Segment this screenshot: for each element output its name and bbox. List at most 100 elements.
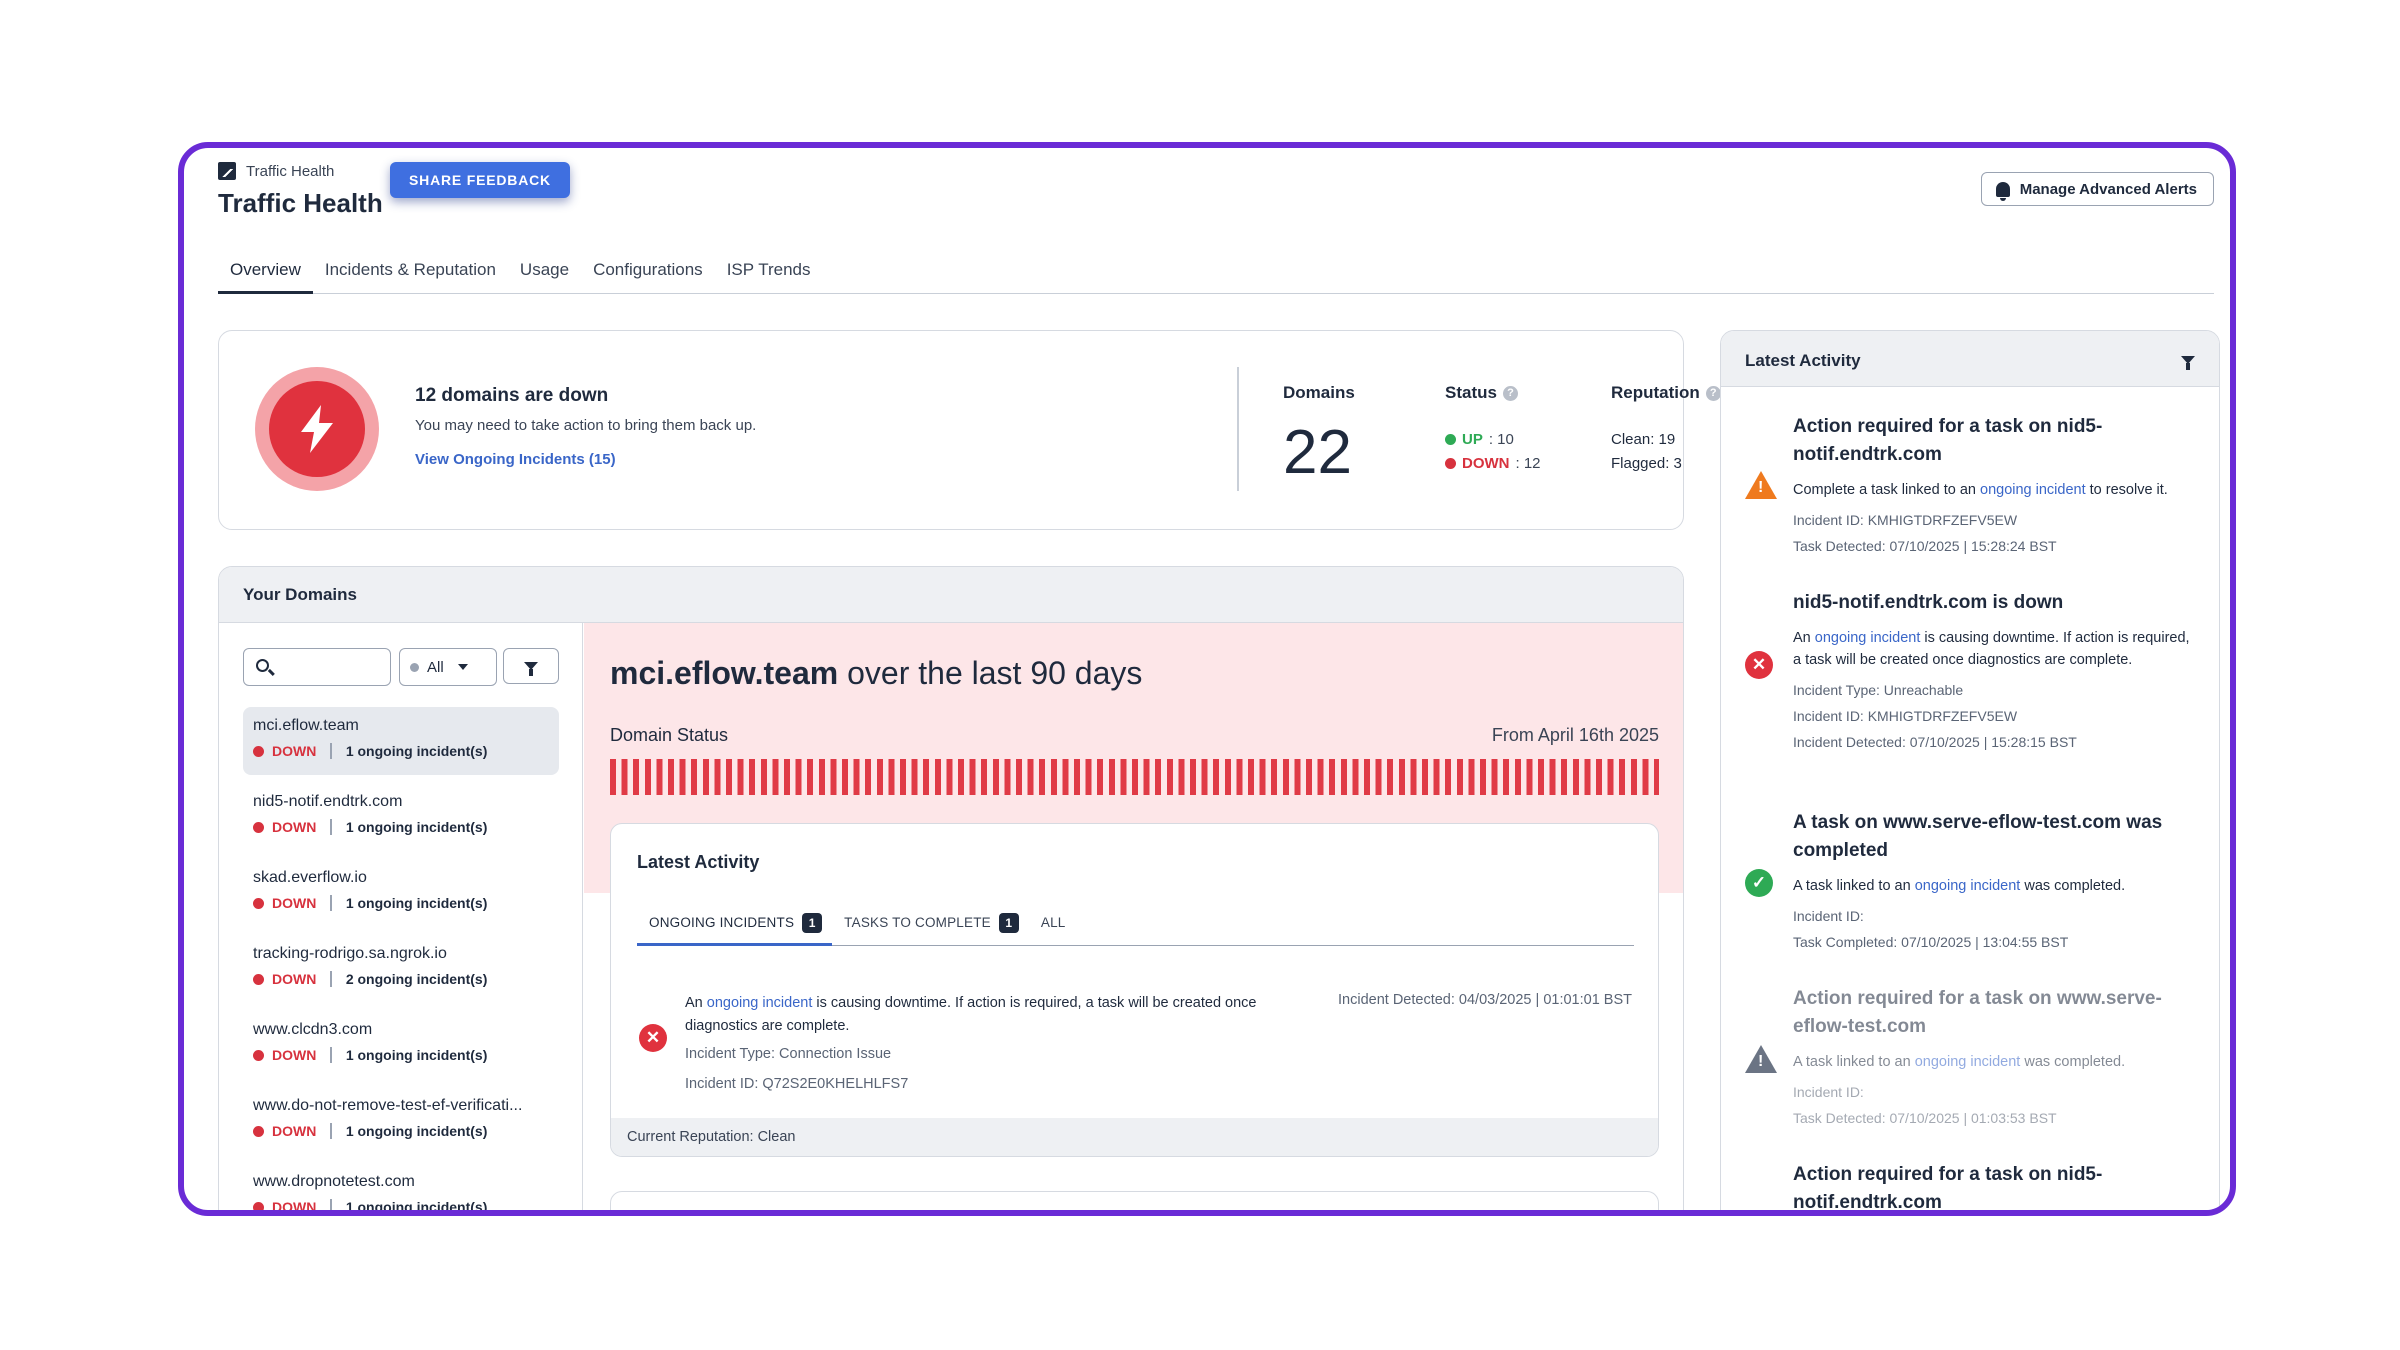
activity-heading: A task on www.serve-eflow-test.com was c…: [1793, 812, 2163, 861]
down-dot: [253, 745, 264, 757]
detail-domain: mci.eflow.team: [610, 655, 839, 691]
tab-isp-trends[interactable]: ISP Trends: [715, 248, 823, 294]
domain-name: nid5-notif.endtrk.com: [253, 793, 403, 810]
activity-pre: Complete a task linked to an: [1793, 482, 1980, 498]
domain-item[interactable]: tracking-rodrigo.sa.ngrok.io DOWN 2 ongoi…: [243, 935, 559, 1003]
error-icon: ✕: [1745, 651, 1775, 681]
incident-pre: An: [685, 995, 707, 1011]
down-dot: [253, 821, 264, 833]
flagged-count: Flagged: 3: [1611, 455, 1682, 472]
domains-count: 22: [1283, 418, 1352, 487]
activity-item[interactable]: nid5-notif.endtrk.com is down An ongoing…: [1793, 589, 2193, 753]
domain-status: DOWN: [272, 819, 317, 835]
domain-item[interactable]: mci.eflow.team DOWN 1 ongoing incident(s): [243, 707, 559, 775]
activity-body: A task linked to an ongoing incident was…: [1793, 875, 2193, 897]
domains-header: Your Domains: [219, 567, 1683, 623]
view-incidents-link[interactable]: View Ongoing Incidents (15): [415, 451, 616, 468]
up-count: UP : 10: [1445, 431, 1514, 448]
separator: [330, 1047, 332, 1063]
domain-status: DOWN: [272, 743, 317, 759]
status-filter-value: All: [427, 658, 444, 676]
down-dot: [253, 1125, 264, 1137]
activity-item[interactable]: Action required for a task on nid5-notif…: [1793, 1161, 2193, 1210]
incident-count: 2 ongoing incident(s): [345, 971, 488, 987]
ongoing-incident-link[interactable]: ongoing incident: [1915, 1054, 2021, 1070]
status-label: Status ?: [1445, 383, 1518, 403]
chart-icon: [218, 162, 236, 180]
separator: [330, 1123, 332, 1139]
activity-body: Complete a task linked to an ongoing inc…: [1793, 479, 2193, 501]
manage-alerts-button[interactable]: Manage Advanced Alerts: [1980, 172, 2214, 206]
domain-item[interactable]: www.do-not-remove-test-ef-verificati... …: [243, 1087, 559, 1155]
tab-tasks-to-complete[interactable]: TASKS TO COMPLETE 1: [832, 902, 1029, 946]
domain-item[interactable]: nid5-notif.endtrk.com DOWN 1 ongoing inci…: [243, 783, 559, 851]
domain-item[interactable]: www.clcdn3.com DOWN 1 ongoing incident(s): [243, 1011, 559, 1079]
activity-pre: A task linked to an: [1793, 1054, 1915, 1070]
share-feedback-button[interactable]: SHARE FEEDBACK: [390, 162, 570, 198]
domain-detail: mci.eflow.team over the last 90 days Dom…: [584, 623, 1683, 1210]
activity-filter-button[interactable]: [2181, 351, 2195, 370]
domain-item[interactable]: www.dropnotetest.com DOWN 1 ongoing incid…: [243, 1163, 559, 1210]
separator: [330, 743, 332, 759]
breadcrumb-label: Traffic Health: [246, 162, 335, 180]
activity-incident-type: Incident Type: Unreachable: [1793, 682, 1964, 698]
ongoing-incident-link[interactable]: ongoing incident: [1980, 482, 2086, 498]
down-dot: [253, 973, 264, 985]
incident-id: Incident ID: Q72S2E0KHELHLFS7: [685, 1076, 909, 1092]
up-label: UP: [1462, 431, 1483, 448]
separator: [330, 819, 332, 835]
summary-subtitle: You may need to take action to bring the…: [415, 417, 757, 434]
activity-item[interactable]: Action required for a task on www.serve-…: [1793, 985, 2193, 1129]
separator: [330, 895, 332, 911]
incident-detected: Incident Detected: 04/03/2025 | 01:01:01…: [1338, 992, 1632, 1008]
activity-item[interactable]: Action required for a task on nid5-notif…: [1793, 413, 2193, 557]
activity-timestamp: Incident Detected: 07/10/2025 | 15:28:15…: [1793, 734, 2077, 750]
incident-count: 1 ongoing incident(s): [345, 1123, 488, 1139]
domain-item[interactable]: skad.everflow.io DOWN 1 ongoing incident(…: [243, 859, 559, 927]
domain-status-from: From April 16th 2025: [1491, 725, 1659, 745]
clean-count: Clean: 19: [1611, 431, 1676, 448]
activity-incident-id: Incident ID: KMHIGTDRFZEFV5EW: [1793, 512, 2018, 528]
tab-tasks-label: TASKS TO COMPLETE: [844, 915, 991, 930]
down-dot: [253, 1201, 264, 1210]
incident-count: 1 ongoing incident(s): [345, 819, 488, 835]
domain-status-label: Domain Status: [610, 725, 729, 745]
ongoing-incident-link[interactable]: ongoing incident: [1815, 630, 1921, 646]
help-icon[interactable]: ?: [1502, 385, 1518, 401]
filter-button[interactable]: [503, 648, 559, 684]
activity-timestamp: Task Detected: 07/10/2025 | 01:03:53 BST: [1793, 1110, 2057, 1126]
domain-status: DOWN: [272, 1123, 317, 1139]
warning-icon: [1745, 1045, 1777, 1075]
breadcrumb[interactable]: Traffic Health: [218, 162, 334, 180]
activity-body: A task linked to an ongoing incident was…: [1793, 1051, 2193, 1073]
tab-all[interactable]: ALL: [1029, 902, 1076, 946]
activity-tabs: ONGOING INCIDENTS 1 TASKS TO COMPLETE 1 …: [637, 902, 1634, 946]
activity-heading: Action required for a task on www.serve-…: [1793, 988, 2162, 1037]
activity-item[interactable]: A task on www.serve-eflow-test.com was c…: [1793, 809, 2193, 953]
domain-list: All mci.eflow.team DOWN 1 ongoing inciden…: [219, 623, 583, 1210]
activity-post: to resolve it.: [2085, 482, 2168, 498]
domain-status: DOWN: [272, 971, 317, 987]
search-input[interactable]: [243, 648, 391, 686]
tab-configurations[interactable]: Configurations: [581, 248, 715, 294]
domain-name: www.dropnotetest.com: [253, 1173, 415, 1190]
tab-ongoing-incidents[interactable]: ONGOING INCIDENTS 1: [637, 902, 833, 946]
separator: [330, 971, 332, 987]
down-dot: [1445, 458, 1456, 469]
ongoing-incident-link[interactable]: ongoing incident: [707, 995, 813, 1011]
status-filter-select[interactable]: All: [399, 648, 497, 686]
tab-usage[interactable]: Usage: [508, 248, 581, 294]
up-value: : 10: [1488, 431, 1514, 448]
help-icon[interactable]: ?: [1705, 385, 1721, 401]
bell-icon: [1995, 181, 2010, 201]
lightning-icon: [301, 405, 333, 453]
tab-incidents-reputation[interactable]: Incidents & Reputation: [313, 248, 508, 294]
detail-title: mci.eflow.team over the last 90 days: [610, 655, 1142, 692]
domain-status: DOWN: [272, 895, 317, 911]
activity-heading: Action required for a task on nid5-notif…: [1793, 416, 2103, 465]
latest-activity-title: Latest Activity: [637, 852, 760, 872]
tab-overview[interactable]: Overview: [218, 248, 313, 294]
ongoing-incident-link[interactable]: ongoing incident: [1915, 878, 2021, 894]
down-count: DOWN: 12: [1445, 455, 1541, 472]
domain-status-bars: [610, 759, 1659, 795]
